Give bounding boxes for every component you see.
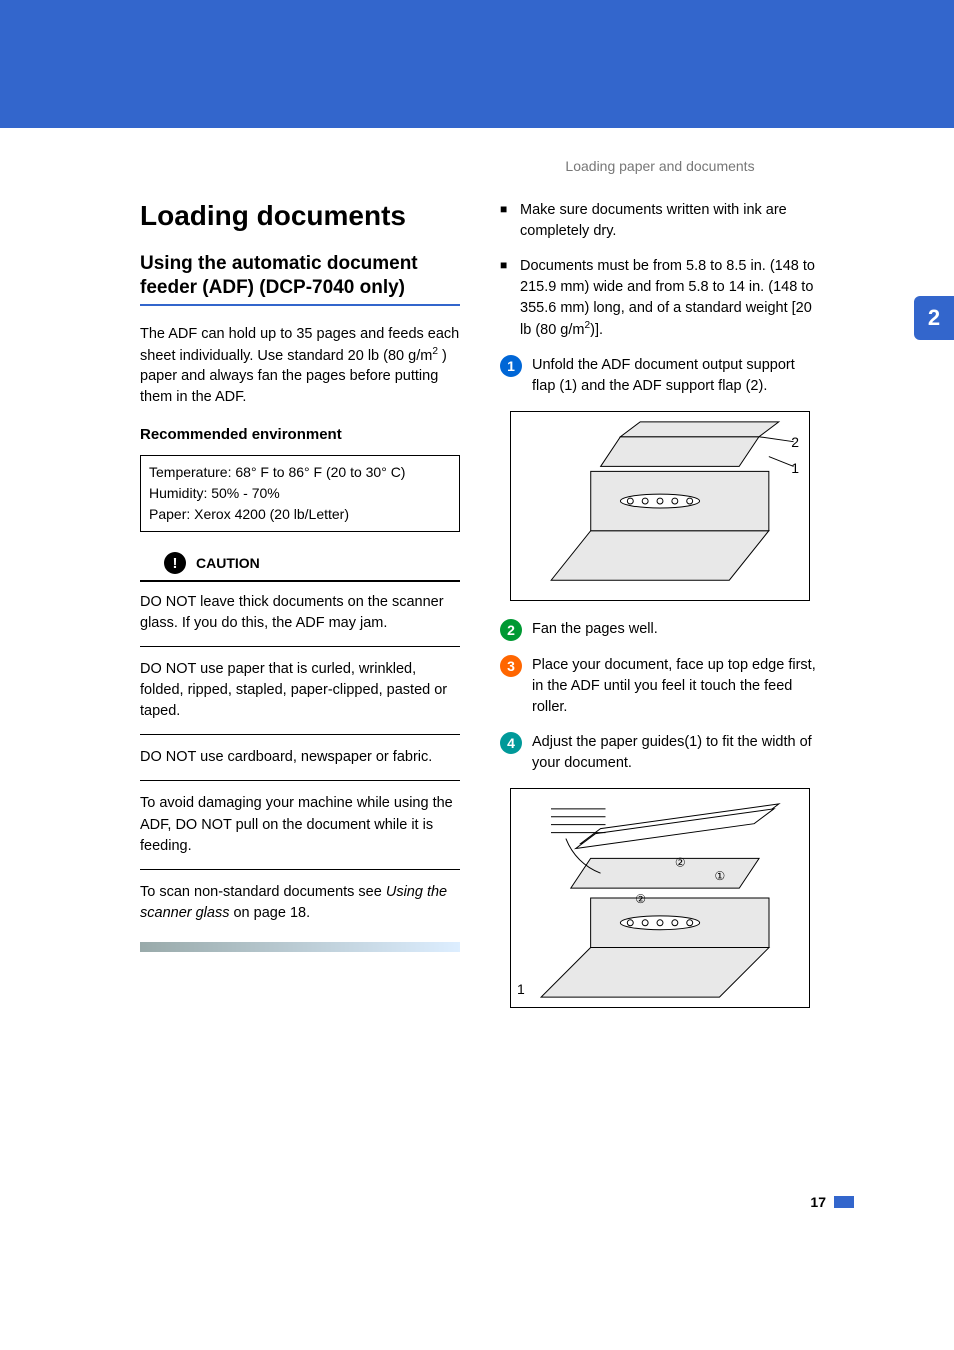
env-temperature: Temperature: 68° F to 86° F (20 to 30° C… (149, 462, 451, 483)
caution-item-2: DO NOT use paper that is curled, wrinkle… (140, 659, 460, 735)
page-number-wrap: 17 (810, 1194, 854, 1210)
fig2-label-1: 1 (517, 981, 525, 997)
intro-part-a: The ADF can hold up to 35 pages and feed… (140, 326, 459, 364)
chapter-tab: 2 (914, 296, 954, 340)
step-3: 3 Place your document, face up top edge … (500, 655, 820, 718)
running-head: Loading paper and documents (480, 158, 840, 174)
step-1-text: Unfold the ADF document output support f… (532, 355, 820, 397)
step-1-marker: 1 (500, 355, 522, 377)
left-column: Loading documents Using the automatic do… (140, 200, 460, 1026)
fig1-label-2: 2 (791, 434, 799, 450)
fig1-label-1: 1 (791, 460, 799, 476)
figure-2-svg: ② ① ② (511, 789, 809, 1007)
figure-1-svg (511, 412, 809, 600)
bullet2-b: )]. (590, 322, 603, 338)
figure-adf-flaps: 2 1 (510, 411, 810, 601)
caution-ref-a: To scan non-standard documents see (140, 884, 386, 900)
step-4-marker: 4 (500, 732, 522, 754)
figure-paper-guides: ② ① ② 1 (510, 788, 810, 1008)
caution-item-5: To scan non-standard documents see Using… (140, 882, 460, 936)
env-paper: Paper: Xerox 4200 (20 lb/Letter) (149, 504, 451, 525)
fig2-marker-2: ② (675, 855, 686, 869)
recommended-env-heading: Recommended environment (140, 426, 460, 443)
bullet-list: Make sure documents written with ink are… (500, 200, 820, 341)
step-3-marker: 3 (500, 655, 522, 677)
caution-item-3: DO NOT use cardboard, newspaper or fabri… (140, 747, 460, 781)
right-column: Make sure documents written with ink are… (500, 200, 820, 1026)
step-3-text: Place your document, face up top edge fi… (532, 655, 820, 718)
top-banner (0, 0, 954, 128)
environment-box: Temperature: 68° F to 86° F (20 to 30° C… (140, 455, 460, 532)
adf-intro: The ADF can hold up to 35 pages and feed… (140, 324, 460, 409)
step-2-marker: 2 (500, 619, 522, 641)
bullet-dimensions: Documents must be from 5.8 to 8.5 in. (1… (500, 256, 820, 341)
step-4: 4 Adjust the paper guides(1) to fit the … (500, 732, 820, 774)
svg-text:②: ② (635, 892, 646, 906)
step-2: 2 Fan the pages well. (500, 619, 820, 641)
caution-header: ! CAUTION (140, 546, 460, 582)
bullet2-a: Documents must be from 5.8 to 8.5 in. (1… (520, 258, 815, 338)
caution-item-4: To avoid damaging your machine while usi… (140, 793, 460, 869)
content-area: Loading documents Using the automatic do… (140, 200, 840, 1026)
bullet-ink-dry: Make sure documents written with ink are… (500, 200, 820, 242)
caution-label: CAUTION (196, 555, 260, 571)
caution-ref-b: on page 18. (229, 905, 310, 921)
page-number: 17 (810, 1194, 826, 1210)
env-humidity: Humidity: 50% - 70% (149, 483, 451, 504)
step-2-text: Fan the pages well. (532, 619, 658, 641)
page-number-box (834, 1196, 854, 1208)
caution-end-bar (140, 942, 460, 952)
caution-icon: ! (164, 552, 186, 574)
step-4-text: Adjust the paper guides(1) to fit the wi… (532, 732, 820, 774)
section-heading-adf: Using the automatic document feeder (ADF… (140, 252, 460, 306)
fig2-marker-1: ① (715, 869, 726, 883)
step-1: 1 Unfold the ADF document output support… (500, 355, 820, 397)
page-title: Loading documents (140, 200, 460, 232)
caution-item-1: DO NOT leave thick documents on the scan… (140, 592, 460, 647)
